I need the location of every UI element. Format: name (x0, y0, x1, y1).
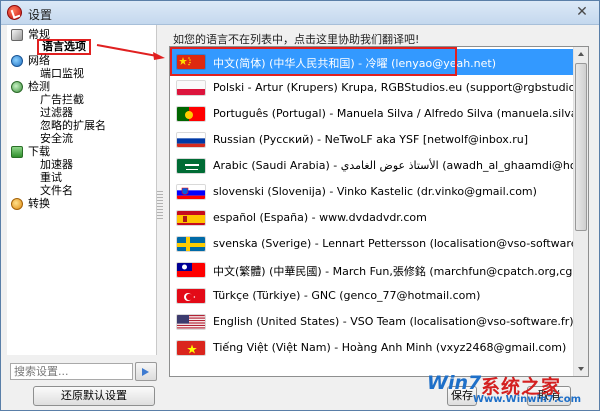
language-list: 中文(简体) (中华人民共和国) - 冷曜 (lenyao@yeah.net) … (169, 46, 589, 377)
settings-tree: 常规 语言选项 网络 端口监视 检测 广告拦截 过滤器 忽略的扩展名 安全流 下… (7, 25, 157, 355)
tree-item-convert[interactable]: 转换 (28, 197, 50, 210)
flag-sa-icon (176, 158, 206, 174)
app-logo-icon (7, 5, 22, 20)
scroll-up-icon[interactable] (574, 47, 588, 62)
download-icon (11, 146, 23, 158)
list-scrollbar[interactable] (573, 47, 588, 376)
tree-item-filters[interactable]: 过滤器 (40, 106, 73, 119)
language-label: English (United States) - VSO Team (loca… (213, 315, 574, 328)
language-label: slovenski (Slovenija) - Vinko Kastelic (… (213, 185, 537, 198)
tree-item-language-options[interactable]: 语言选项 (37, 39, 91, 55)
flag-us-icon (176, 314, 206, 330)
language-label: Russian (Русский) - NeTwoLF aka YSF [net… (213, 133, 529, 146)
tree-item-port-monitor[interactable]: 端口监视 (40, 67, 84, 80)
tree-item-ad-block[interactable]: 广告拦截 (40, 93, 84, 106)
language-row[interactable]: svenska (Sverige) - Lennart Pettersson (… (170, 231, 588, 257)
language-row[interactable]: español (España) - www.dvdadvdr.com (170, 205, 575, 231)
tree-item-download[interactable]: 下载 (28, 145, 50, 158)
flag-vn-icon (176, 340, 206, 356)
settings-window: 设置 ✕ 常规 语言选项 网络 端口监视 检测 广告拦截 过滤器 忽略的扩展名 … (0, 0, 600, 411)
flag-pt-icon (176, 106, 206, 122)
tree-item-accelerator[interactable]: 加速器 (40, 158, 73, 171)
language-label: Türkçe (Türkiye) - GNC (genco_77@hotmail… (213, 289, 481, 302)
language-row[interactable]: Português (Portugal) - Manuela Silva / A… (170, 101, 588, 127)
language-label: 中文(繁體) (中華民國) - March Fun,張修銘 (marchfun@… (213, 265, 588, 278)
language-label: 中文(简体) (中华人民共和国) - 冷曜 (lenyao@yeah.net) (213, 57, 497, 70)
tree-item-filename[interactable]: 文件名 (40, 184, 73, 197)
tree-item-ignored-extensions[interactable]: 忽略的扩展名 (40, 119, 106, 132)
language-row[interactable]: 中文(简体) (中华人民共和国) - 冷曜 (lenyao@yeah.net) (170, 49, 575, 75)
window-title: 设置 (28, 8, 53, 22)
title-bar[interactable]: 设置 ✕ (1, 1, 599, 25)
language-row[interactable]: Russian (Русский) - NeTwoLF aka YSF [net… (170, 127, 575, 153)
convert-icon (11, 198, 23, 210)
tree-item-network[interactable]: 网络 (28, 54, 50, 67)
restore-defaults-button[interactable]: 还原默认设置 (33, 386, 155, 406)
search-input[interactable]: 搜索设置... (10, 363, 133, 380)
language-label: Tiếng Việt (Việt Nam) - Hoàng Anh Minh (… (213, 341, 567, 354)
flag-ru-icon (176, 132, 206, 148)
language-label: español (España) - www.dvdadvdr.com (213, 211, 427, 224)
flag-tw-icon (176, 262, 206, 278)
general-icon (11, 29, 23, 41)
flag-tr-icon (176, 288, 206, 304)
language-row[interactable]: English (United States) - VSO Team (loca… (170, 309, 575, 335)
detect-icon (11, 81, 23, 93)
language-label: Polski - Artur (Krupers) Krupa, RGBStudi… (213, 81, 589, 94)
language-row[interactable]: Tiếng Việt (Việt Nam) - Hoàng Anh Minh (… (170, 335, 575, 361)
language-row[interactable]: Arabic (Saudi Arabia) - الأستاذ عوض الغا… (170, 153, 588, 179)
site-watermark: Win7 系统之家 Www.Winwin7.com (427, 370, 595, 408)
flag-pl-icon (176, 80, 206, 96)
tree-item-retry[interactable]: 重试 (40, 171, 62, 184)
network-icon (11, 55, 23, 67)
watermark-logo: Win7 (427, 372, 482, 394)
language-label: Português (Portugal) - Manuela Silva / A… (213, 107, 588, 120)
translate-hint-link[interactable]: 如您的语言不在列表中，点击这里协助我们翻译吧! (173, 31, 419, 47)
flag-es-icon (176, 210, 206, 226)
language-row[interactable]: slovenski (Slovenija) - Vinko Kastelic (… (170, 179, 575, 205)
flag-si-icon (176, 184, 206, 200)
search-go-icon[interactable] (135, 362, 157, 381)
flag-se-icon (176, 236, 206, 252)
scroll-thumb[interactable] (575, 63, 587, 231)
panel-splitter[interactable] (157, 191, 163, 219)
watermark-url: Www.Winwin7.com (473, 394, 582, 405)
close-icon[interactable]: ✕ (571, 5, 593, 21)
language-label: svenska (Sverige) - Lennart Pettersson (… (213, 237, 589, 250)
language-label: Arabic (Saudi Arabia) - الأستاذ عوض الغا… (213, 159, 589, 172)
tree-item-detect[interactable]: 检测 (28, 80, 50, 93)
language-row[interactable]: Türkçe (Türkiye) - GNC (genco_77@hotmail… (170, 283, 575, 309)
flag-cn-icon (176, 54, 206, 70)
language-row[interactable]: 中文(繁體) (中華民國) - March Fun,張修銘 (marchfun@… (170, 257, 588, 283)
tree-item-secure-stream[interactable]: 安全流 (40, 132, 73, 145)
language-row[interactable]: Polski - Artur (Krupers) Krupa, RGBStudi… (170, 75, 588, 101)
